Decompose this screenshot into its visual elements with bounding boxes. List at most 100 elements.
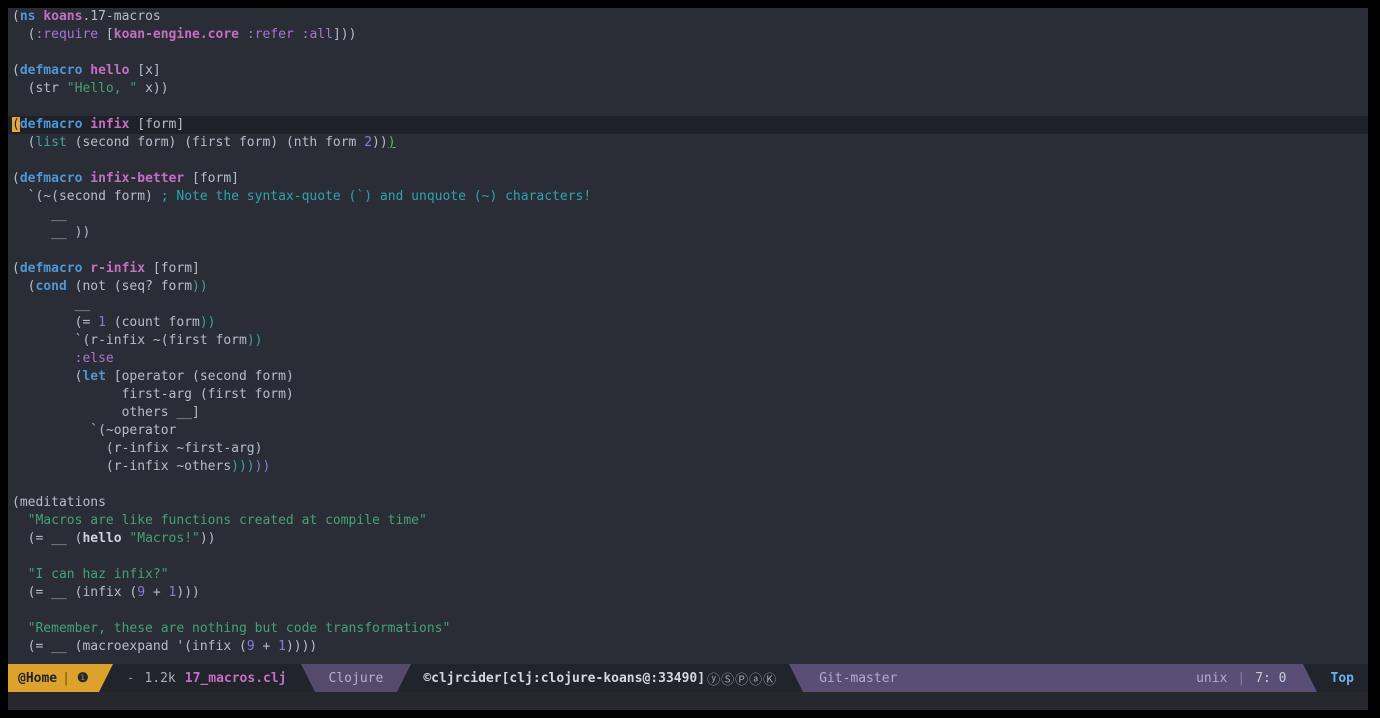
code-token: ( (12, 261, 20, 276)
code-line-33[interactable]: (= __ (infix (9 + 1))) (12, 584, 1368, 602)
vc-segment[interactable]: Git-master unix | 7: 0 (803, 664, 1302, 692)
code-token: koans (43, 9, 82, 24)
code-token (12, 513, 28, 528)
code-token: [operator (second form) (106, 369, 294, 384)
powerline-separator-icon (99, 664, 113, 692)
code-line-35[interactable]: "Remember, these are nothing but code tr… (12, 620, 1368, 638)
code-token: let (82, 369, 105, 384)
code-line-23[interactable]: others __] (12, 404, 1368, 422)
code-token: 2 (364, 135, 372, 150)
code-line-2[interactable]: (:require [koan-engine.core :refer :all]… (12, 26, 1368, 44)
code-token: [x] (129, 63, 160, 78)
code-token: ( (12, 9, 20, 24)
code-token: __ (12, 207, 67, 222)
powerline-separator-icon (1303, 664, 1317, 692)
code-line-31[interactable] (12, 548, 1368, 566)
buffer-size: 1.2k (144, 671, 175, 686)
major-mode-segment[interactable]: Clojure (315, 664, 398, 692)
code-token: ns (20, 9, 36, 24)
code-token: "Macros!" (129, 531, 199, 546)
code-token: (meditations (12, 495, 106, 510)
encoding-label: unix (1196, 671, 1227, 686)
code-line-26[interactable]: (r-infix ~others))))) (12, 458, 1368, 476)
code-token: )) (192, 279, 208, 294)
window-number-badge: ❶ (77, 671, 89, 686)
code-token: ) (388, 135, 396, 150)
code-line-20[interactable]: :else (12, 350, 1368, 368)
minor-modes-segment[interactable]: ©cljrcider[clj:clojure-koans@:33490] ⓨⓈⓅ… (411, 664, 789, 692)
code-token: (count form (106, 315, 200, 330)
code-token: :refer (247, 27, 294, 42)
code-line-3[interactable] (12, 44, 1368, 62)
code-line-36[interactable]: (= __ (macroexpand '(infix (9 + 1)))) (12, 638, 1368, 656)
code-line-24[interactable]: `(~operator (12, 422, 1368, 440)
code-line-15[interactable]: (defmacro r-infix [form] (12, 260, 1368, 278)
code-token: )) (247, 333, 263, 348)
code-token: .17-macros (82, 9, 160, 24)
code-line-1[interactable]: (ns koans.17-macros (12, 8, 1368, 26)
code-line-21[interactable]: (let [operator (second form) (12, 368, 1368, 386)
code-area[interactable]: (ns koans.17-macros (:require [koan-engi… (8, 8, 1368, 656)
code-line-5[interactable]: (str "Hello, " x)) (12, 80, 1368, 98)
code-token: ))) (231, 459, 254, 474)
code-token: )))) (286, 639, 317, 654)
code-line-30[interactable]: (= __ (hello "Macros!")) (12, 530, 1368, 548)
code-token: [form] (129, 117, 184, 132)
code-line-10[interactable]: (defmacro infix-better [form] (12, 170, 1368, 188)
scroll-position-label: Top (1331, 671, 1354, 686)
vc-branch-label[interactable]: Git-master (819, 671, 897, 686)
encoding-divider: | (1237, 671, 1245, 686)
code-token: `(~(second form) (12, 189, 161, 204)
workspace-label: @Home (18, 671, 57, 686)
code-token: (r-infix ~first-arg) (12, 441, 262, 456)
buffer-filename[interactable]: 17_macros.clj (185, 671, 287, 686)
major-mode-label: Clojure (329, 671, 384, 686)
emacs-window: (ns koans.17-macros (:require [koan-engi… (8, 8, 1368, 710)
code-token: __ (12, 297, 90, 312)
code-token: )) (372, 135, 388, 150)
code-line-19[interactable]: `(r-infix ~(first form)) (12, 332, 1368, 350)
code-line-14[interactable] (12, 242, 1368, 260)
code-line-25[interactable]: (r-infix ~first-arg) (12, 440, 1368, 458)
code-token: ( (12, 171, 20, 186)
code-token: defmacro (20, 171, 83, 186)
echo-area[interactable] (8, 692, 1368, 710)
text-cursor: ( (12, 117, 20, 132)
code-line-8[interactable]: (list (second form) (first form) (nth fo… (12, 134, 1368, 152)
screen-frame: (ns koans.17-macros (:require [koan-engi… (0, 0, 1380, 718)
code-token: ( (12, 27, 35, 42)
code-line-29[interactable]: "Macros are like functions created at co… (12, 512, 1368, 530)
buffer-info-segment[interactable]: - 1.2k 17_macros.clj (113, 664, 301, 692)
code-line-32[interactable]: "I can haz infix?" (12, 566, 1368, 584)
powerline-separator-icon (789, 664, 803, 692)
scroll-position-segment: Top (1317, 664, 1368, 692)
code-line-28[interactable]: (meditations (12, 494, 1368, 512)
code-line-22[interactable]: first-arg (first form) (12, 386, 1368, 404)
code-line-6[interactable] (12, 98, 1368, 116)
code-token: )) (200, 315, 216, 330)
code-token: hello (82, 531, 121, 546)
code-token: ( (12, 135, 35, 150)
code-token: ( (12, 63, 20, 78)
code-token: x)) (137, 81, 168, 96)
code-line-4[interactable]: (defmacro hello [x] (12, 62, 1368, 80)
workspace-segment[interactable]: @Home | ❶ (8, 664, 99, 692)
code-line-18[interactable]: (= 1 (count form)) (12, 314, 1368, 332)
modified-indicator: - (127, 671, 135, 686)
code-token: + (255, 639, 278, 654)
code-line-27[interactable] (12, 476, 1368, 494)
code-line-34[interactable] (12, 602, 1368, 620)
code-token: :require (35, 27, 98, 42)
modeline-right-group: unix | 7: 0 (1196, 671, 1286, 686)
code-token (12, 567, 28, 582)
code-line-7[interactable]: (defmacro infix [form] (8, 116, 1368, 134)
code-line-11[interactable]: `(~(second form) ; Note the syntax-quote… (12, 188, 1368, 206)
code-token: 1 (98, 315, 106, 330)
code-line-12[interactable]: __ (12, 206, 1368, 224)
code-token: (second form) (first form) (nth form (67, 135, 364, 150)
code-line-13[interactable]: __ )) (12, 224, 1368, 242)
code-line-9[interactable] (12, 152, 1368, 170)
code-token: `(~operator (12, 423, 176, 438)
code-line-17[interactable]: __ (12, 296, 1368, 314)
code-line-16[interactable]: (cond (not (seq? form)) (12, 278, 1368, 296)
